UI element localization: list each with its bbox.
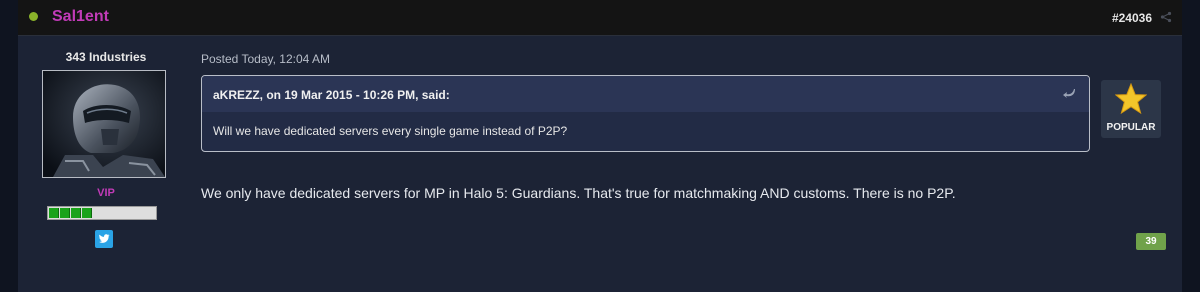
popular-label: POPULAR [1106, 122, 1156, 133]
reputation-pip [60, 208, 70, 218]
avatar[interactable] [42, 70, 166, 178]
snapback-icon[interactable] [1063, 87, 1077, 99]
page-frame-left [0, 0, 18, 292]
quote-header: aKREZZ, on 19 Mar 2015 - 10:26 PM, said: [202, 76, 1089, 112]
reputation-count-badge[interactable]: 39 [1136, 233, 1166, 250]
post-body: We only have dedicated servers for MP in… [201, 185, 956, 201]
reputation-pip [49, 208, 59, 218]
share-icon[interactable] [1160, 11, 1172, 23]
page-frame-right [1182, 0, 1200, 292]
post-number-link[interactable]: #24036 [1112, 11, 1152, 25]
quote-body: Will we have dedicated servers every sin… [213, 124, 568, 138]
twitter-bird-icon [99, 234, 110, 243]
star-icon [1115, 83, 1147, 115]
reputation-bar [47, 206, 157, 220]
post-date: Posted Today, 12:04 AM [201, 52, 330, 66]
rank-title: VIP [97, 187, 115, 199]
forum-post: Sal1ent #24036 343 Industries VIP Posted… [18, 0, 1182, 292]
author-name-link[interactable]: Sal1ent [52, 8, 109, 26]
reputation-pip [71, 208, 81, 218]
quote-citation: aKREZZ, on 19 Mar 2015 - 10:26 PM, said: [213, 88, 450, 102]
group-name: 343 Industries [65, 50, 147, 64]
online-status-dot [29, 12, 38, 21]
reputation-fill [48, 207, 92, 219]
twitter-icon[interactable] [95, 230, 113, 248]
post-header: Sal1ent #24036 [18, 0, 1182, 36]
spartan-avatar-image [43, 71, 165, 177]
popular-badge: POPULAR [1101, 80, 1161, 138]
reputation-pip [82, 208, 92, 218]
quote-block: aKREZZ, on 19 Mar 2015 - 10:26 PM, said:… [201, 75, 1090, 152]
